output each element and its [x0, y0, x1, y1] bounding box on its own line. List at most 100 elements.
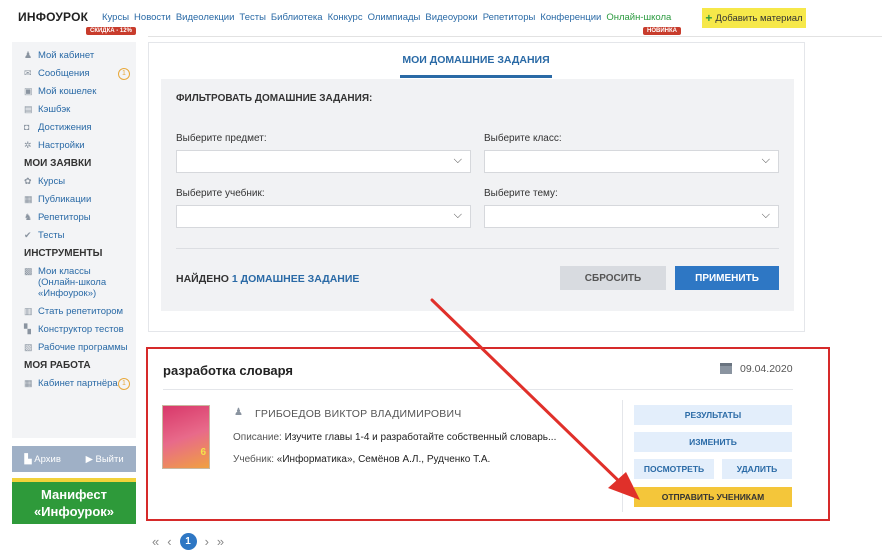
chevron-down-icon: ⌵: [761, 154, 770, 166]
filter-divider: [176, 248, 779, 249]
cashback-icon: ▤: [24, 104, 33, 114]
filter-title: ФИЛЬТРОВАТЬ ДОМАШНИЕ ЗАДАНИЯ:: [176, 93, 373, 104]
homework-date: 09.04.2020: [740, 363, 793, 375]
nav-link-videolessons[interactable]: Видеоуроки: [425, 12, 477, 23]
sidebar-item-courses[interactable]: ✿ Курсы: [24, 176, 130, 187]
chevron-down-icon: ⌵: [761, 209, 770, 221]
nav-link-olympiads[interactable]: Олимпиады: [368, 12, 421, 23]
publications-icon: ▦: [24, 194, 33, 204]
textbook-label: Выберите учебник:: [176, 188, 265, 199]
mail-icon: ✉: [24, 68, 32, 78]
send-to-students-button[interactable]: ОТПРАВИТЬ УЧЕНИКАМ: [634, 487, 792, 507]
nav-link-tutors[interactable]: Репетиторы: [483, 12, 536, 23]
nav-link-online-school[interactable]: Онлайн-школа: [606, 12, 671, 23]
logout-link[interactable]: ▶ Выйти: [86, 454, 124, 465]
class-select[interactable]: ⌵: [484, 150, 779, 173]
nav-link-tests[interactable]: Тесты: [239, 12, 265, 23]
add-material-button[interactable]: + Добавить материал: [702, 8, 806, 28]
sidebar-footer: ▙ Архив ▶ Выйти: [12, 446, 136, 472]
topic-label: Выберите тему:: [484, 188, 558, 199]
textbook-cover: 6: [162, 405, 210, 469]
found-count: НАЙДЕНО 1 ДОМАШНЕЕ ЗАДАНИЕ: [176, 273, 360, 285]
homework-divider: [163, 389, 793, 390]
nav-links: Курсы Новости Видеолекции Тесты Библиоте…: [102, 12, 671, 23]
calendar-icon: [720, 363, 732, 374]
homework-title: разработка словаря: [163, 363, 293, 378]
sidebar-item-settings[interactable]: ✲ Настройки: [24, 140, 130, 151]
courses-icon: ✿: [24, 176, 32, 186]
sidebar-item-tutors[interactable]: ♞ Репетиторы: [24, 212, 130, 223]
sale-badge: СКИДКА - 12%: [86, 27, 136, 35]
subject-select[interactable]: ⌵: [176, 150, 471, 173]
results-button[interactable]: РЕЗУЛЬТАТЫ: [634, 405, 792, 425]
tab-my-homework[interactable]: МОИ ДОМАШНИЕ ЗАДАНИЯ: [400, 54, 552, 66]
sidebar: ♟ Мой кабинет ✉ Сообщения 1 ▣ Мой кошелек ▤ К…: [12, 42, 136, 438]
nav-link-library[interactable]: Библиотека: [271, 12, 323, 23]
nav-divider: [148, 36, 882, 37]
subject-label: Выберите предмет:: [176, 133, 267, 144]
first-page-button[interactable]: «: [152, 534, 159, 549]
programs-icon: ▧: [24, 342, 33, 352]
tutors-icon: ♞: [24, 212, 33, 222]
nav-link-news[interactable]: Новости: [134, 12, 171, 23]
new-badge: НОВИНКА: [643, 27, 681, 35]
sidebar-item-work-programs[interactable]: ▧ Рабочие программы: [24, 342, 130, 353]
sidebar-heading-requests: МОИ ЗАЯВКИ: [24, 158, 92, 169]
archive-link[interactable]: ▙ Архив: [24, 454, 61, 465]
actions-divider: [622, 400, 623, 512]
chevron-down-icon: ⌵: [453, 209, 462, 221]
manifest-banner[interactable]: Манифест «Инфоурок»: [12, 478, 136, 524]
last-page-button[interactable]: »: [217, 534, 224, 549]
sidebar-item-wallet[interactable]: ▣ Мой кошелек: [24, 86, 130, 97]
nav-link-courses[interactable]: Курсы: [102, 12, 129, 23]
sidebar-item-my-classes[interactable]: ▩ Мои классы (Онлайн-школа «Инфоурок»): [24, 266, 130, 299]
reset-button[interactable]: СБРОСИТЬ: [560, 266, 666, 290]
partner-count-badge: 1: [118, 378, 130, 390]
nav-link-videolectures[interactable]: Видеолекции: [176, 12, 235, 23]
wallet-icon: ▣: [24, 86, 33, 96]
sidebar-item-publications[interactable]: ▦ Публикации: [24, 194, 130, 205]
sidebar-item-become-tutor[interactable]: ▥ Стать репетитором: [24, 306, 130, 317]
apply-button[interactable]: ПРИМЕНИТЬ: [675, 266, 779, 290]
sidebar-heading-work: МОЯ РАБОТА: [24, 360, 91, 371]
pagination: « ‹ 1 › »: [152, 533, 224, 550]
sidebar-heading-tools: ИНСТРУМЕНТЫ: [24, 248, 103, 259]
sidebar-item-test-constructor[interactable]: ▚ Конструктор тестов: [24, 324, 130, 335]
logo[interactable]: ИНФОУРОК: [18, 10, 88, 24]
messages-count-badge: 1: [118, 68, 130, 80]
textbook-grade: 6: [200, 447, 206, 458]
author-icon: ♟: [234, 407, 243, 418]
class-label: Выберите класс:: [484, 133, 562, 144]
homework-description: Описание: Изучите главы 1-4 и разработай…: [233, 432, 557, 443]
edit-button[interactable]: ИЗМЕНИТЬ: [634, 432, 792, 452]
textbook-select[interactable]: ⌵: [176, 205, 471, 228]
nav-link-conferences[interactable]: Конференции: [540, 12, 601, 23]
nav-link-contest[interactable]: Конкурс: [328, 12, 363, 23]
tests-icon: ✔: [24, 230, 32, 240]
tab-underline: [400, 75, 552, 78]
prev-page-button[interactable]: ‹: [167, 534, 171, 549]
plus-icon: +: [705, 11, 713, 25]
partner-icon: ▦: [24, 378, 33, 388]
add-material-label: Добавить материал: [715, 12, 803, 24]
constructor-icon: ▚: [24, 324, 31, 334]
user-icon: ♟: [24, 50, 33, 60]
next-page-button[interactable]: ›: [205, 534, 209, 549]
sidebar-item-achievements[interactable]: ◘ Достижения: [24, 122, 130, 133]
sidebar-item-cashback[interactable]: ▤ Кэшбэк: [24, 104, 130, 115]
homework-textbook: Учебник: «Информатика», Семёнов А.Л., Ру…: [233, 454, 491, 465]
homework-author: ГРИБОЕДОВ ВИКТОР ВЛАДИМИРОВИЧ: [255, 408, 462, 420]
sidebar-item-partner[interactable]: ▦ Кабинет партнёра 1: [24, 378, 130, 390]
achievements-icon: ◘: [24, 122, 30, 132]
tutor-icon: ▥: [24, 306, 33, 316]
topic-select[interactable]: ⌵: [484, 205, 779, 228]
gear-icon: ✲: [24, 140, 32, 150]
sidebar-item-messages[interactable]: ✉ Сообщения 1: [24, 68, 130, 80]
sidebar-item-cabinet[interactable]: ♟ Мой кабинет: [24, 50, 130, 61]
delete-button[interactable]: УДАЛИТЬ: [722, 459, 792, 479]
view-button[interactable]: ПОСМОТРЕТЬ: [634, 459, 714, 479]
sidebar-item-tests[interactable]: ✔ Тесты: [24, 230, 130, 241]
current-page[interactable]: 1: [179, 533, 197, 550]
top-nav: ИНФОУРОК Курсы Новости Видеолекции Тесты…: [0, 0, 882, 35]
classes-icon: ▩: [24, 266, 33, 276]
